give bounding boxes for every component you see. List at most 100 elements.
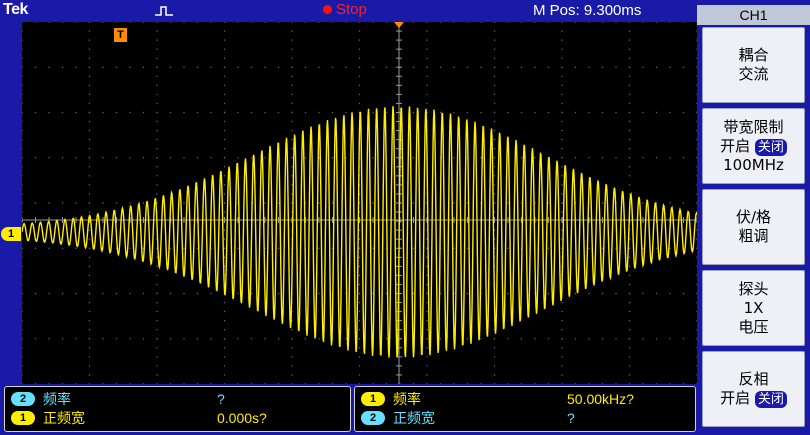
grid-dot [291, 102, 293, 105]
grid-dot [156, 120, 158, 123]
grid-dot [21, 338, 23, 340]
grid-dot [277, 21, 280, 23]
grid-dot [615, 21, 617, 23]
grid-dot [493, 175, 496, 177]
grid-dot [21, 175, 23, 177]
grid-dot [21, 274, 23, 277]
grid-dot [358, 57, 361, 59]
grid-dot [642, 338, 644, 340]
probe-label: 探头 [738, 279, 769, 298]
grid-dot [534, 157, 536, 159]
grid-dot [169, 111, 172, 114]
ch1-ground-marker[interactable]: 1 [1, 227, 21, 241]
grid-dot [412, 292, 415, 295]
grid-dot [628, 75, 631, 77]
grid-dot [642, 247, 644, 249]
grid-dot [561, 310, 563, 313]
measurement-panel-right[interactable]: 1 频率 50.00kHz? 2 正频宽 ? [354, 386, 696, 432]
grid-dot [223, 84, 226, 86]
grid-dot [561, 338, 563, 340]
grid-dot [142, 21, 145, 23]
invert-button[interactable]: 反相 开启 关闭 [702, 351, 805, 427]
grid-dot [615, 292, 617, 295]
grid-dot [682, 21, 685, 23]
grid-dot [493, 374, 496, 376]
grid-dot [628, 292, 631, 295]
grid-dot [88, 39, 91, 41]
grid-dot [223, 310, 226, 313]
grid-dot [412, 111, 415, 114]
grid-dot [88, 184, 91, 186]
grid-dot [669, 338, 671, 340]
grid-dot [426, 21, 428, 23]
grid-dot [601, 338, 604, 340]
grid-dot [574, 66, 577, 68]
grid-dot [507, 202, 509, 204]
grid-dot [88, 320, 91, 322]
grid-dot [61, 157, 64, 159]
grid-dot [318, 338, 320, 340]
grid-dot [426, 347, 428, 349]
grid-dot [628, 338, 631, 340]
grid-dot [129, 157, 131, 159]
probe-button[interactable]: 探头 1X 电压 [702, 270, 805, 346]
grid-dot [561, 184, 563, 186]
grid-dot [156, 39, 158, 41]
grid-dot [331, 157, 334, 159]
grid-dot [561, 111, 563, 114]
grid-dot [561, 329, 563, 331]
grid-dot [237, 338, 239, 340]
grid-dot [439, 21, 442, 23]
grid-dot [156, 175, 158, 177]
grid-dot [615, 338, 617, 340]
grid-dot [223, 66, 226, 68]
grid-dot [21, 320, 23, 322]
grid-dot [291, 148, 293, 150]
grid-dot [196, 292, 199, 295]
side-menu: CH1 耦合 交流 带宽限制 开启 关闭 100MHz 伏/格 粗调 探头 1X… [697, 0, 810, 435]
waveform-display [21, 21, 698, 385]
grid-dot [102, 292, 104, 295]
grid-dot [466, 111, 469, 114]
grid-dot [88, 256, 91, 258]
grid-dot [21, 247, 23, 249]
bandwidth-off-option: 关闭 [754, 138, 787, 156]
grid-dot [34, 338, 37, 340]
grid-dot [237, 66, 239, 68]
grid-dot [223, 157, 226, 159]
grid-dot [277, 292, 280, 295]
grid-dot [88, 75, 91, 77]
grid-dot [561, 211, 563, 213]
bandwidth-limit-button[interactable]: 带宽限制 开启 关闭 100MHz [702, 108, 805, 184]
grid-dot [628, 129, 631, 132]
grid-dot [480, 21, 482, 23]
side-menu-title: CH1 [697, 5, 810, 25]
grid-dot [358, 84, 361, 86]
probe-attenuation: 1X [743, 298, 764, 317]
grid-dot [156, 338, 158, 340]
coupling-button[interactable]: 耦合 交流 [702, 27, 805, 103]
grid-dot [493, 365, 496, 367]
grid-dot [493, 102, 496, 105]
volts-div-button[interactable]: 伏/格 粗调 [702, 189, 805, 265]
grid-dot [88, 93, 91, 96]
grid-dot [628, 310, 631, 313]
grid-dot [264, 111, 266, 114]
grid-dot [291, 111, 293, 114]
grid-dot [426, 48, 428, 50]
grid-dot [156, 84, 158, 86]
grid-dot [88, 274, 91, 277]
grid-dot [628, 374, 631, 376]
grid-dot [439, 66, 442, 68]
volts-div-label: 伏/格 [735, 208, 772, 226]
grid-dot [358, 301, 361, 304]
grid-dot [115, 21, 118, 23]
grid-dot [601, 247, 604, 249]
trigger-position-marker[interactable]: T [114, 28, 127, 42]
grid-dot [669, 292, 671, 295]
grid-dot [507, 66, 509, 68]
measurement-panel-left[interactable]: 2 频率 ? 1 正频宽 0.000s? [4, 386, 351, 432]
grid-dot [210, 157, 212, 159]
grid-dot [196, 247, 199, 249]
grid-dot [601, 157, 604, 159]
